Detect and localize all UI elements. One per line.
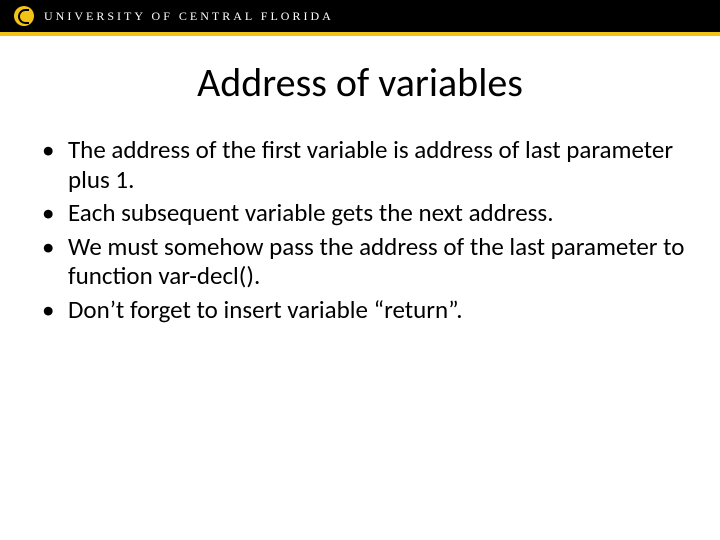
university-name: UNIVERSITY OF CENTRAL FLORIDA — [44, 9, 334, 24]
slide-body: Address of variables The address of the … — [0, 36, 720, 324]
list-item: Don’t forget to insert variable “return”… — [42, 295, 686, 325]
list-item: We must somehow pass the address of the … — [42, 232, 686, 291]
list-item: Each subsequent variable gets the next a… — [42, 198, 686, 228]
list-item: The address of the first variable is add… — [42, 135, 686, 194]
slide-title: Address of variables — [34, 58, 686, 107]
header-bar: UNIVERSITY OF CENTRAL FLORIDA — [0, 0, 720, 32]
ucf-logo-icon — [14, 6, 34, 26]
bullet-list: The address of the first variable is add… — [34, 135, 686, 324]
